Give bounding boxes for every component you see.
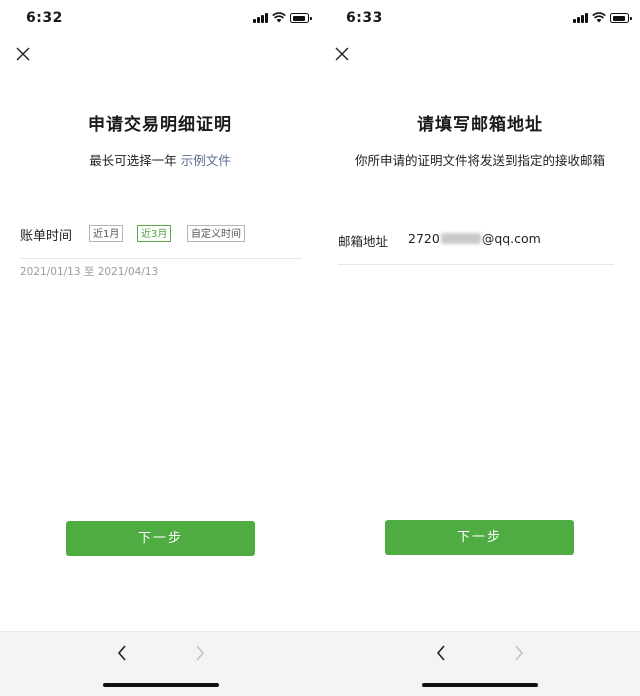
- next-step-button[interactable]: 下一步: [66, 521, 255, 556]
- email-input[interactable]: 2720 @qq.com: [408, 231, 541, 246]
- chip-1-month[interactable]: 近1月: [89, 225, 124, 242]
- page-subtitle: 你所申请的证明文件将发送到指定的接收邮箱: [354, 153, 605, 168]
- email-label: 邮箱地址: [338, 234, 389, 249]
- home-indicator: [422, 683, 538, 687]
- chip-custom-time[interactable]: 自定义时间: [187, 225, 245, 242]
- home-indicator: [103, 683, 219, 687]
- divider: [20, 258, 302, 259]
- back-icon[interactable]: [432, 641, 450, 665]
- wifi-icon: [592, 12, 606, 23]
- chip-3-months[interactable]: 近3月: [137, 225, 172, 242]
- sample-file-link[interactable]: 示例文件: [181, 153, 231, 168]
- screen-email-address: 6:33 请填写邮箱地址 你所申请的证明文件将发送到指定的接收邮箱 邮箱地址 2…: [320, 0, 640, 696]
- signal-icon: [573, 13, 589, 23]
- forward-icon[interactable]: [510, 641, 528, 665]
- email-prefix: 2720: [408, 231, 440, 246]
- close-icon[interactable]: [15, 46, 31, 62]
- next-step-button[interactable]: 下一步: [385, 520, 574, 555]
- status-bar: 6:32: [0, 0, 320, 36]
- page-subtitle: 最长可选择一年 示例文件: [0, 150, 320, 169]
- status-bar: 6:33: [320, 0, 640, 36]
- wifi-icon: [272, 12, 286, 23]
- bill-time-label: 账单时间: [20, 229, 73, 244]
- back-icon[interactable]: [113, 641, 131, 665]
- status-time: 6:32: [26, 10, 63, 26]
- screen-transaction-proof: 6:32 申请交易明细证明 最长可选择一年 示例文件 账单时间 近1月 近3月 …: [0, 0, 320, 696]
- status-time: 6:33: [346, 10, 383, 26]
- subtitle-text: 最长可选择一年: [89, 153, 177, 168]
- email-suffix: @qq.com: [481, 231, 541, 246]
- forward-icon[interactable]: [191, 641, 209, 665]
- signal-icon: [253, 13, 269, 23]
- battery-icon: [290, 13, 312, 23]
- page-title: 请填写邮箱地址: [417, 115, 543, 135]
- redacted-blur: [440, 233, 481, 244]
- date-range: 2021/01/13 至 2021/04/13: [20, 266, 159, 278]
- divider: [338, 264, 614, 265]
- close-icon[interactable]: [334, 46, 350, 62]
- battery-icon: [610, 13, 632, 23]
- page-title: 申请交易明细证明: [88, 115, 232, 135]
